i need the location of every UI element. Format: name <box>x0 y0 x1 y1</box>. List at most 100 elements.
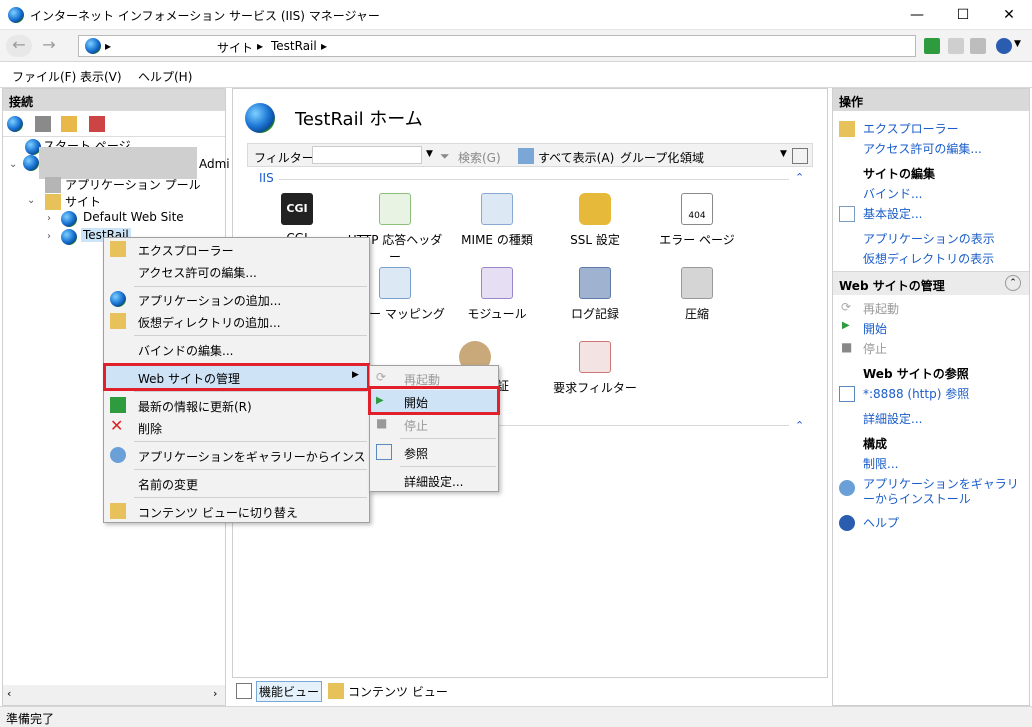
expand-icon[interactable]: › <box>47 231 51 242</box>
crumb-sites[interactable]: サイト <box>217 39 253 56</box>
request-filtering-icon <box>579 341 611 373</box>
action-browse-8888[interactable]: *:8888 (http) 参照 <box>863 385 969 402</box>
menu-separator <box>134 469 367 470</box>
action-limits[interactable]: 制限... <box>863 455 898 472</box>
chevron-down-icon[interactable]: ▼ <box>426 149 433 159</box>
save-icon[interactable] <box>35 116 51 132</box>
filter-input[interactable] <box>312 146 422 164</box>
feature-ssl-label: SSL 設定 <box>570 233 620 247</box>
help-icon <box>839 515 855 531</box>
forward-button[interactable]: → <box>36 35 62 57</box>
collapse-icon[interactable]: ⌃ <box>1005 275 1021 291</box>
action-help[interactable]: ヘルプ <box>863 514 899 531</box>
stop-icon: ■ <box>841 340 853 354</box>
server-icon <box>23 155 39 171</box>
ctx-add-application[interactable]: アプリケーションの追加... <box>104 288 369 310</box>
page-title: TestRail ホーム <box>295 109 423 130</box>
ctx-delete[interactable]: ✕ 削除 <box>104 416 369 438</box>
action-install-gallery[interactable]: アプリケーションをギャラリーからインストール <box>863 477 1025 507</box>
title-bar: インターネット インフォメーション サービス (IIS) マネージャー — ☐ … <box>0 0 1032 30</box>
explore-icon <box>110 241 126 257</box>
tree-app-pools[interactable]: アプリケーション プール <box>65 176 201 193</box>
group-by-select[interactable]: 領域 <box>680 149 704 166</box>
help-icon[interactable] <box>996 38 1012 54</box>
back-button[interactable]: ← <box>6 35 32 57</box>
horizontal-scrollbar[interactable]: ‹ › <box>3 685 225 705</box>
feature-error-pages[interactable]: 404 エラー ページ <box>647 193 747 248</box>
feature-logging[interactable]: ログ記録 <box>545 267 645 322</box>
ctx-explore[interactable]: エクスプローラー <box>104 238 369 260</box>
http-headers-icon <box>379 193 411 225</box>
view-mode-icon[interactable] <box>792 148 808 164</box>
maximize-button[interactable]: ☐ <box>940 0 986 30</box>
add-application-icon <box>110 291 126 307</box>
collapse-section-icon[interactable]: ⌃ <box>795 171 804 184</box>
action-advanced-settings[interactable]: 詳細設定... <box>863 410 922 427</box>
chevron-down-icon[interactable]: ▼ <box>1014 39 1021 49</box>
feature-mime-types[interactable]: MIME の種類 <box>447 193 547 248</box>
menu-view[interactable]: 表示(V) <box>80 68 122 85</box>
expand-icon[interactable]: › <box>47 213 51 224</box>
feature-ssl[interactable]: SSL 設定 <box>545 193 645 248</box>
ctx-edit-permissions[interactable]: アクセス許可の編集... <box>104 260 369 282</box>
ctx-add-virtual-dir[interactable]: 仮想ディレクトリの追加... <box>104 310 369 332</box>
action-view-applications[interactable]: アプリケーションの表示 <box>863 230 995 247</box>
tree-sites[interactable]: サイト <box>65 193 101 210</box>
search-button[interactable]: 検索(G) <box>458 149 501 166</box>
home-icon[interactable] <box>970 38 986 54</box>
ctx-rename[interactable]: 名前の変更 <box>104 472 369 494</box>
collapse-icon[interactable]: ⌄ <box>9 159 17 170</box>
feature-request-filtering[interactable]: 要求フィルター <box>545 341 645 396</box>
funnel-icon: ⏷ <box>440 149 450 163</box>
stop-icon[interactable] <box>948 38 964 54</box>
sites-folder-icon <box>45 194 61 210</box>
tab-features-view[interactable]: 機能ビュー <box>256 680 323 702</box>
action-edit-permissions[interactable]: アクセス許可の編集... <box>863 140 982 157</box>
menu-file[interactable]: ファイル(F) <box>12 68 76 85</box>
sub-advanced-settings[interactable]: 詳細設定... <box>370 469 498 491</box>
close-button[interactable]: ✕ <box>986 0 1032 30</box>
status-bar: 準備完了 <box>0 706 1032 727</box>
action-basic-settings[interactable]: 基本設定... <box>863 205 922 222</box>
scroll-right-icon[interactable]: › <box>213 687 217 700</box>
ctx-edit-bindings[interactable]: バインドの編集... <box>104 338 369 360</box>
feature-compression[interactable]: 圧縮 <box>647 267 747 322</box>
crumb-testrail[interactable]: TestRail <box>271 39 317 53</box>
action-explore[interactable]: エクスプローラー <box>863 120 959 137</box>
tree-server-suffix: Admi <box>199 157 230 171</box>
ctx-install-gallery[interactable]: アプリケーションをギャラリーからインストール <box>104 444 402 466</box>
connect-icon[interactable] <box>7 116 23 132</box>
collapse-icon[interactable]: ⌄ <box>27 195 35 206</box>
lock-icon <box>579 193 611 225</box>
collapse-section-icon[interactable]: ⌃ <box>795 419 804 432</box>
content-view-icon <box>110 503 126 519</box>
feature-modules[interactable]: モジュール <box>447 267 547 322</box>
action-stop: 停止 <box>863 342 888 356</box>
ctx-switch-content-view[interactable]: コンテンツ ビューに切り替え <box>104 500 369 522</box>
sub-browse[interactable]: 参照 <box>370 441 498 463</box>
menu-help[interactable]: ヘルプ(H) <box>138 68 192 85</box>
refresh-icon[interactable] <box>924 38 940 54</box>
action-view-virtual-dirs[interactable]: 仮想ディレクトリの表示 <box>863 250 994 267</box>
refresh-icon <box>110 397 126 413</box>
sub-stop: ■ 停止 <box>376 416 429 433</box>
manage-site-section: Web サイトの管理 ⌃ <box>833 271 1029 295</box>
show-all-button[interactable]: すべて表示(A) <box>538 149 614 166</box>
action-start[interactable]: 開始 <box>863 320 887 337</box>
menu-separator <box>134 286 367 287</box>
address-box[interactable]: ▸ サイト ▸ TestRail ▸ <box>78 35 916 57</box>
browse-site-header: Web サイトの参照 <box>863 367 969 381</box>
tab-content-view[interactable]: コンテンツ ビュー <box>348 683 448 700</box>
modules-icon <box>481 267 513 299</box>
disconnect-icon[interactable] <box>89 116 105 132</box>
manage-website-submenu: ⟳ 再起動 ▶ 開始 ■ 停止 参照 詳細設定... <box>369 365 499 492</box>
chevron-down-icon[interactable]: ▼ <box>780 149 787 159</box>
ctx-refresh[interactable]: 最新の情報に更新(R) <box>104 394 369 416</box>
action-bindings[interactable]: バインド... <box>863 185 922 202</box>
folder-up-icon[interactable] <box>61 116 77 132</box>
scroll-left-icon[interactable]: ‹ <box>7 687 11 700</box>
menu-separator <box>134 441 367 442</box>
tree-default-web-site[interactable]: Default Web Site <box>83 210 184 224</box>
minimize-button[interactable]: — <box>894 0 940 30</box>
restart-icon: ⟳ <box>841 300 852 314</box>
